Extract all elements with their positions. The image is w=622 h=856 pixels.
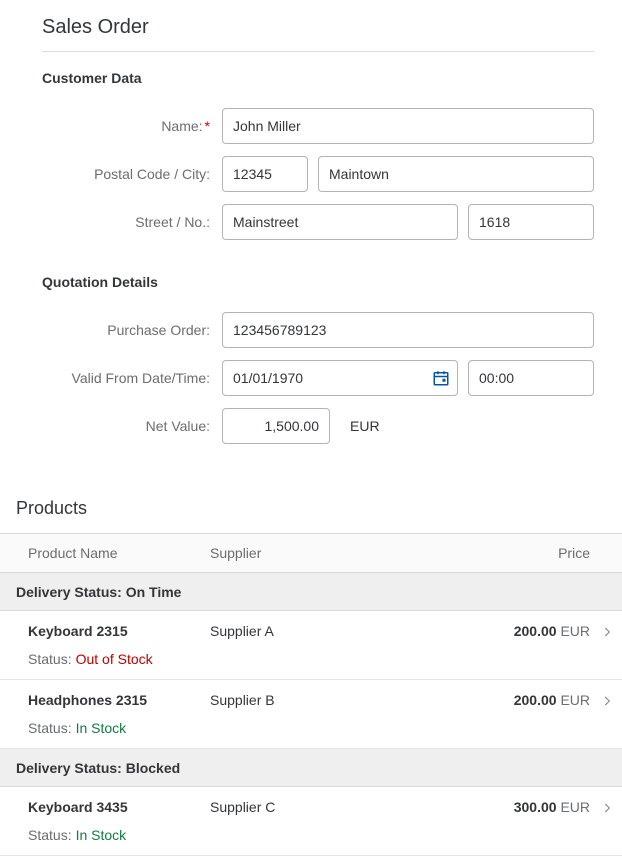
input-street-no[interactable] xyxy=(468,204,594,240)
label-valid-from: Valid From Date/Time: xyxy=(42,370,222,386)
input-valid-date[interactable] xyxy=(222,360,458,396)
page-title: Sales Order xyxy=(42,16,594,39)
product-name: Headphones 2315 xyxy=(0,692,210,708)
product-name: Keyboard 2315 xyxy=(0,623,210,639)
products-title: Products xyxy=(16,498,622,519)
input-valid-time[interactable] xyxy=(468,360,594,396)
section-heading-quotation: Quotation Details xyxy=(42,274,594,290)
status-value: In Stock xyxy=(76,720,127,736)
chevron-right-icon[interactable] xyxy=(600,694,614,708)
status-value: In Stock xyxy=(76,827,127,843)
products-column-header: Product Name Supplier Price xyxy=(0,533,622,573)
label-name: Name:* xyxy=(42,118,222,134)
chevron-right-icon[interactable] xyxy=(600,801,614,815)
product-row[interactable]: Headphones 2315Supplier B200.00 EURStatu… xyxy=(0,680,622,749)
product-supplier: Supplier C xyxy=(210,799,512,815)
net-currency: EUR xyxy=(350,418,380,434)
status-label: Status: xyxy=(28,651,72,667)
calendar-icon[interactable] xyxy=(432,369,450,387)
col-header-name: Product Name xyxy=(0,545,210,561)
label-postal-city: Postal Code / City: xyxy=(42,166,222,182)
col-header-supplier: Supplier xyxy=(210,545,512,561)
input-net-value[interactable] xyxy=(222,408,330,444)
product-name: Keyboard 3435 xyxy=(0,799,210,815)
col-header-price: Price xyxy=(512,545,622,561)
chevron-right-icon[interactable] xyxy=(600,625,614,639)
label-net-value: Net Value: xyxy=(42,418,222,434)
group-header: Delivery Status: On Time xyxy=(0,573,622,611)
required-marker: * xyxy=(205,118,210,134)
input-city[interactable] xyxy=(318,156,594,192)
group-header: Delivery Status: Blocked xyxy=(0,749,622,787)
input-po[interactable] xyxy=(222,312,594,348)
status-value: Out of Stock xyxy=(76,651,153,667)
product-row[interactable]: Keyboard 3435Supplier C300.00 EURStatus:… xyxy=(0,787,622,856)
input-street[interactable] xyxy=(222,204,458,240)
status-label: Status: xyxy=(28,827,72,843)
input-postal[interactable] xyxy=(222,156,308,192)
title-divider xyxy=(42,51,594,52)
input-name[interactable] xyxy=(222,108,594,144)
status-label: Status: xyxy=(28,720,72,736)
label-po: Purchase Order: xyxy=(42,322,222,338)
product-supplier: Supplier B xyxy=(210,692,512,708)
section-heading-customer: Customer Data xyxy=(42,70,594,86)
label-street-no: Street / No.: xyxy=(42,214,222,230)
product-row[interactable]: Keyboard 2315Supplier A200.00 EURStatus:… xyxy=(0,611,622,680)
product-supplier: Supplier A xyxy=(210,623,512,639)
